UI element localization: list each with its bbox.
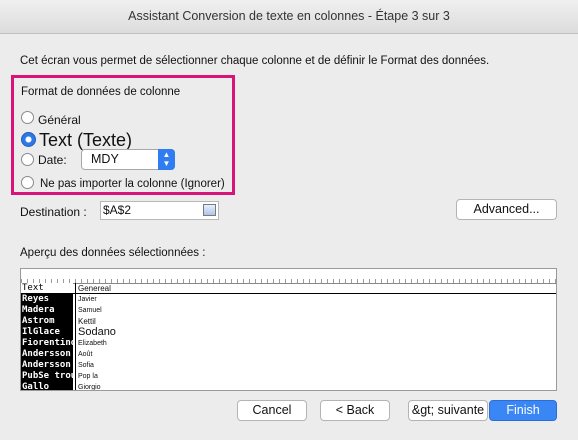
cell-col2: Samuel bbox=[78, 307, 102, 314]
finish-button[interactable]: Finish bbox=[489, 400, 557, 421]
cell-col2: Elizabeth bbox=[78, 340, 107, 347]
range-picker-icon[interactable] bbox=[203, 204, 216, 216]
chevron-updown-icon: ▲ ▼ bbox=[158, 149, 175, 170]
cell-col2: Javier bbox=[78, 296, 97, 303]
cell-col1: Gallo bbox=[21, 382, 73, 390]
table-row: Gallo Giorgio bbox=[21, 382, 556, 391]
table-row: Andersson Sofia bbox=[21, 360, 556, 371]
cell-col2: Août bbox=[78, 351, 93, 358]
radio-general[interactable] bbox=[21, 111, 34, 124]
table-row: Andersson Août bbox=[21, 349, 556, 360]
data-preview[interactable]: Text Genereal Reyes Javier Madera Samuel… bbox=[20, 268, 557, 391]
destination-label: Destination : bbox=[20, 205, 87, 219]
radio-skip[interactable] bbox=[21, 176, 34, 189]
back-button[interactable]: < Back bbox=[320, 400, 390, 421]
preview-label: Aperçu des données sélectionnées : bbox=[20, 247, 206, 259]
radio-skip-label: Ne pas importer la colonne (Ignorer) bbox=[40, 178, 225, 190]
cancel-button[interactable]: Cancel bbox=[237, 400, 307, 421]
table-row: Fiorentino Elizabeth bbox=[21, 338, 556, 349]
cell-col1: Andersson bbox=[21, 349, 73, 360]
cell-col1: Madera bbox=[21, 305, 73, 316]
cell-col1: Andersson bbox=[21, 360, 73, 371]
date-format-value: MDY bbox=[91, 152, 119, 166]
radio-date-label: Date: bbox=[38, 153, 67, 167]
table-row: Madera Samuel bbox=[21, 305, 556, 316]
table-row: PubSe trouve Pop la bbox=[21, 371, 556, 382]
destination-input[interactable]: $A$2 bbox=[100, 201, 219, 220]
cell-col2: Sodano bbox=[78, 326, 116, 338]
destination-value: $A$2 bbox=[103, 203, 132, 217]
window-title: Assistant Conversion de texte en colonne… bbox=[0, 0, 578, 34]
radio-text[interactable] bbox=[21, 132, 36, 147]
cell-col2: Pop la bbox=[78, 373, 98, 380]
cell-col1: Reyes bbox=[21, 294, 73, 305]
column-format-label: Format de données de colonne bbox=[21, 86, 181, 98]
radio-date[interactable] bbox=[21, 153, 34, 166]
table-row: IlGlace Sodano bbox=[21, 327, 556, 338]
date-format-select[interactable]: MDY ▲ ▼ bbox=[81, 149, 175, 170]
cell-col1: Astrom bbox=[21, 316, 73, 327]
cell-col1: Fiorentino bbox=[21, 338, 73, 349]
radio-general-label: Général bbox=[38, 113, 81, 127]
table-row: Reyes Javier bbox=[21, 294, 556, 305]
cell-col1: PubSe trouve bbox=[21, 371, 73, 382]
cell-col2: Sofia bbox=[78, 362, 94, 369]
radio-text-label: Text (Texte) bbox=[39, 130, 133, 150]
cell-col1: IlGlace bbox=[21, 327, 73, 338]
description-text: Cet écran vous permet de sélectionner ch… bbox=[20, 55, 490, 67]
cell-col2: Giorgio bbox=[78, 384, 101, 391]
advanced-button[interactable]: Advanced... bbox=[456, 199, 557, 220]
next-button[interactable]: &gt; suivante bbox=[408, 400, 488, 421]
preview-ruler bbox=[21, 269, 556, 284]
